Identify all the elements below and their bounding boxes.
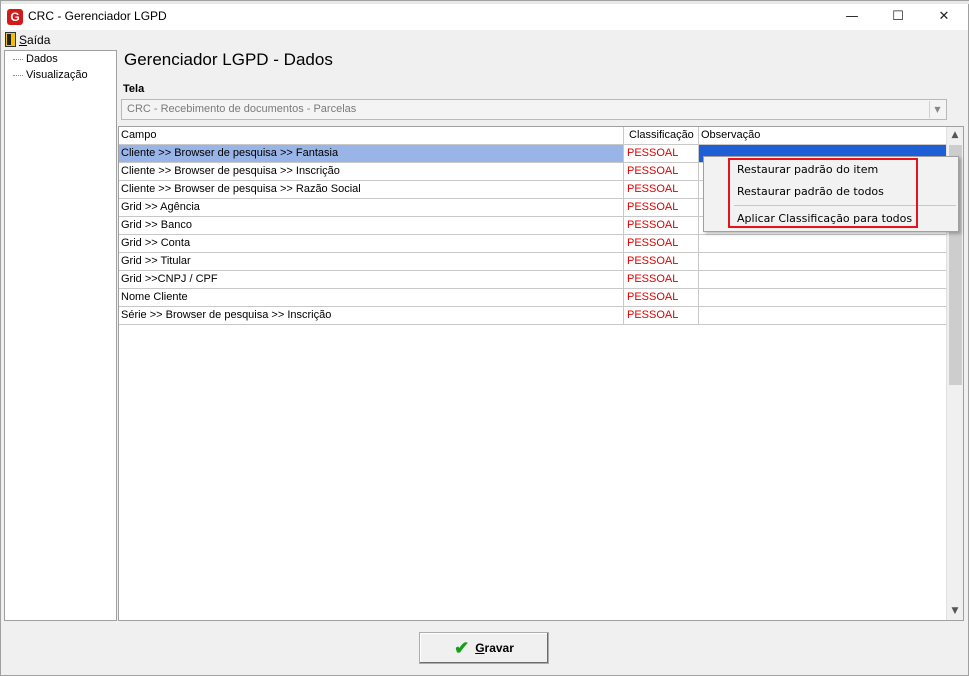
app-window: G CRC - Gerenciador LGPD — ☐ ✕ Saída Dad… — [0, 0, 969, 676]
cell-observacao[interactable] — [699, 253, 947, 270]
cell-campo[interactable]: Grid >> Conta — [119, 235, 624, 252]
cell-classificacao[interactable]: PESSOAL — [624, 181, 699, 198]
door-exit-icon — [5, 32, 16, 47]
cell-campo[interactable]: Cliente >> Browser de pesquisa >> Fantas… — [119, 145, 624, 162]
menu-exit-label: Saída — [19, 32, 51, 47]
tela-label: Tela — [123, 83, 145, 95]
cell-classificacao[interactable]: PESSOAL — [624, 289, 699, 306]
cell-observacao[interactable] — [699, 289, 947, 306]
tree-item-dados[interactable]: Dados — [13, 53, 58, 65]
tree-connector — [13, 74, 23, 76]
cell-classificacao[interactable]: PESSOAL — [624, 163, 699, 180]
chevron-down-icon[interactable]: ▼ — [929, 101, 945, 118]
cell-campo[interactable]: Grid >>CNPJ / CPF — [119, 271, 624, 288]
cell-campo[interactable]: Grid >> Agência — [119, 199, 624, 216]
gravar-button[interactable]: ✔ Gravar — [419, 632, 549, 664]
cell-campo[interactable]: Nome Cliente — [119, 289, 624, 306]
gravar-label: Gravar — [475, 641, 514, 655]
tela-select[interactable]: CRC - Recebimento de documentos - Parcel… — [121, 99, 947, 120]
cell-campo[interactable]: Série >> Browser de pesquisa >> Inscriçã… — [119, 307, 624, 324]
cell-classificacao[interactable]: PESSOAL — [624, 307, 699, 324]
cell-classificacao[interactable]: PESSOAL — [624, 145, 699, 162]
table-row[interactable]: Grid >> Titular PESSOAL — [119, 253, 947, 271]
table-row[interactable]: Série >> Browser de pesquisa >> Inscriçã… — [119, 307, 947, 325]
menu-exit[interactable]: Saída — [5, 31, 50, 48]
cell-campo[interactable]: Grid >> Banco — [119, 217, 624, 234]
tree-connector — [13, 58, 23, 60]
column-header-observacao[interactable]: Observação — [699, 127, 947, 145]
close-button[interactable]: ✕ — [921, 4, 967, 30]
cell-classificacao[interactable]: PESSOAL — [624, 271, 699, 288]
table-row[interactable]: Grid >> Conta PESSOAL — [119, 235, 947, 253]
grid-header: Campo Classificação Observação — [119, 127, 947, 145]
minimize-button[interactable]: — — [829, 4, 875, 30]
cell-classificacao[interactable]: PESSOAL — [624, 199, 699, 216]
cell-classificacao[interactable]: PESSOAL — [624, 253, 699, 270]
annotation-highlight-box — [728, 158, 918, 228]
scroll-down-icon[interactable]: ▼ — [947, 603, 963, 620]
cell-observacao[interactable] — [699, 307, 947, 324]
checkmark-icon: ✔ — [454, 638, 470, 658]
column-header-classificacao[interactable]: Classificação — [624, 127, 699, 145]
column-header-campo[interactable]: Campo — [119, 127, 624, 145]
cell-observacao[interactable] — [699, 235, 947, 252]
navigation-tree: Dados Visualização — [4, 50, 117, 621]
cell-observacao[interactable] — [699, 271, 947, 288]
table-row[interactable]: Grid >>CNPJ / CPF PESSOAL — [119, 271, 947, 289]
page-title: Gerenciador LGPD - Dados — [124, 50, 333, 69]
tree-item-label: Visualização — [26, 69, 88, 81]
app-logo-icon: G — [7, 9, 23, 25]
cell-campo[interactable]: Cliente >> Browser de pesquisa >> Inscri… — [119, 163, 624, 180]
cell-campo[interactable]: Grid >> Titular — [119, 253, 624, 270]
menu-bar: Saída — [1, 30, 968, 49]
maximize-button[interactable]: ☐ — [875, 4, 921, 30]
cell-classificacao[interactable]: PESSOAL — [624, 217, 699, 234]
window-title: CRC - Gerenciador LGPD — [28, 9, 167, 23]
tree-item-label: Dados — [26, 53, 58, 65]
tree-item-visualizacao[interactable]: Visualização — [13, 69, 88, 81]
tela-select-value: CRC - Recebimento de documentos - Parcel… — [127, 103, 357, 115]
cell-classificacao[interactable]: PESSOAL — [624, 235, 699, 252]
scroll-up-icon[interactable]: ▲ — [947, 127, 963, 144]
title-bar: G CRC - Gerenciador LGPD — ☐ ✕ — [1, 4, 968, 30]
cell-campo[interactable]: Cliente >> Browser de pesquisa >> Razão … — [119, 181, 624, 198]
table-row[interactable]: Nome Cliente PESSOAL — [119, 289, 947, 307]
footer-bar: ✔ Gravar — [1, 623, 968, 675]
